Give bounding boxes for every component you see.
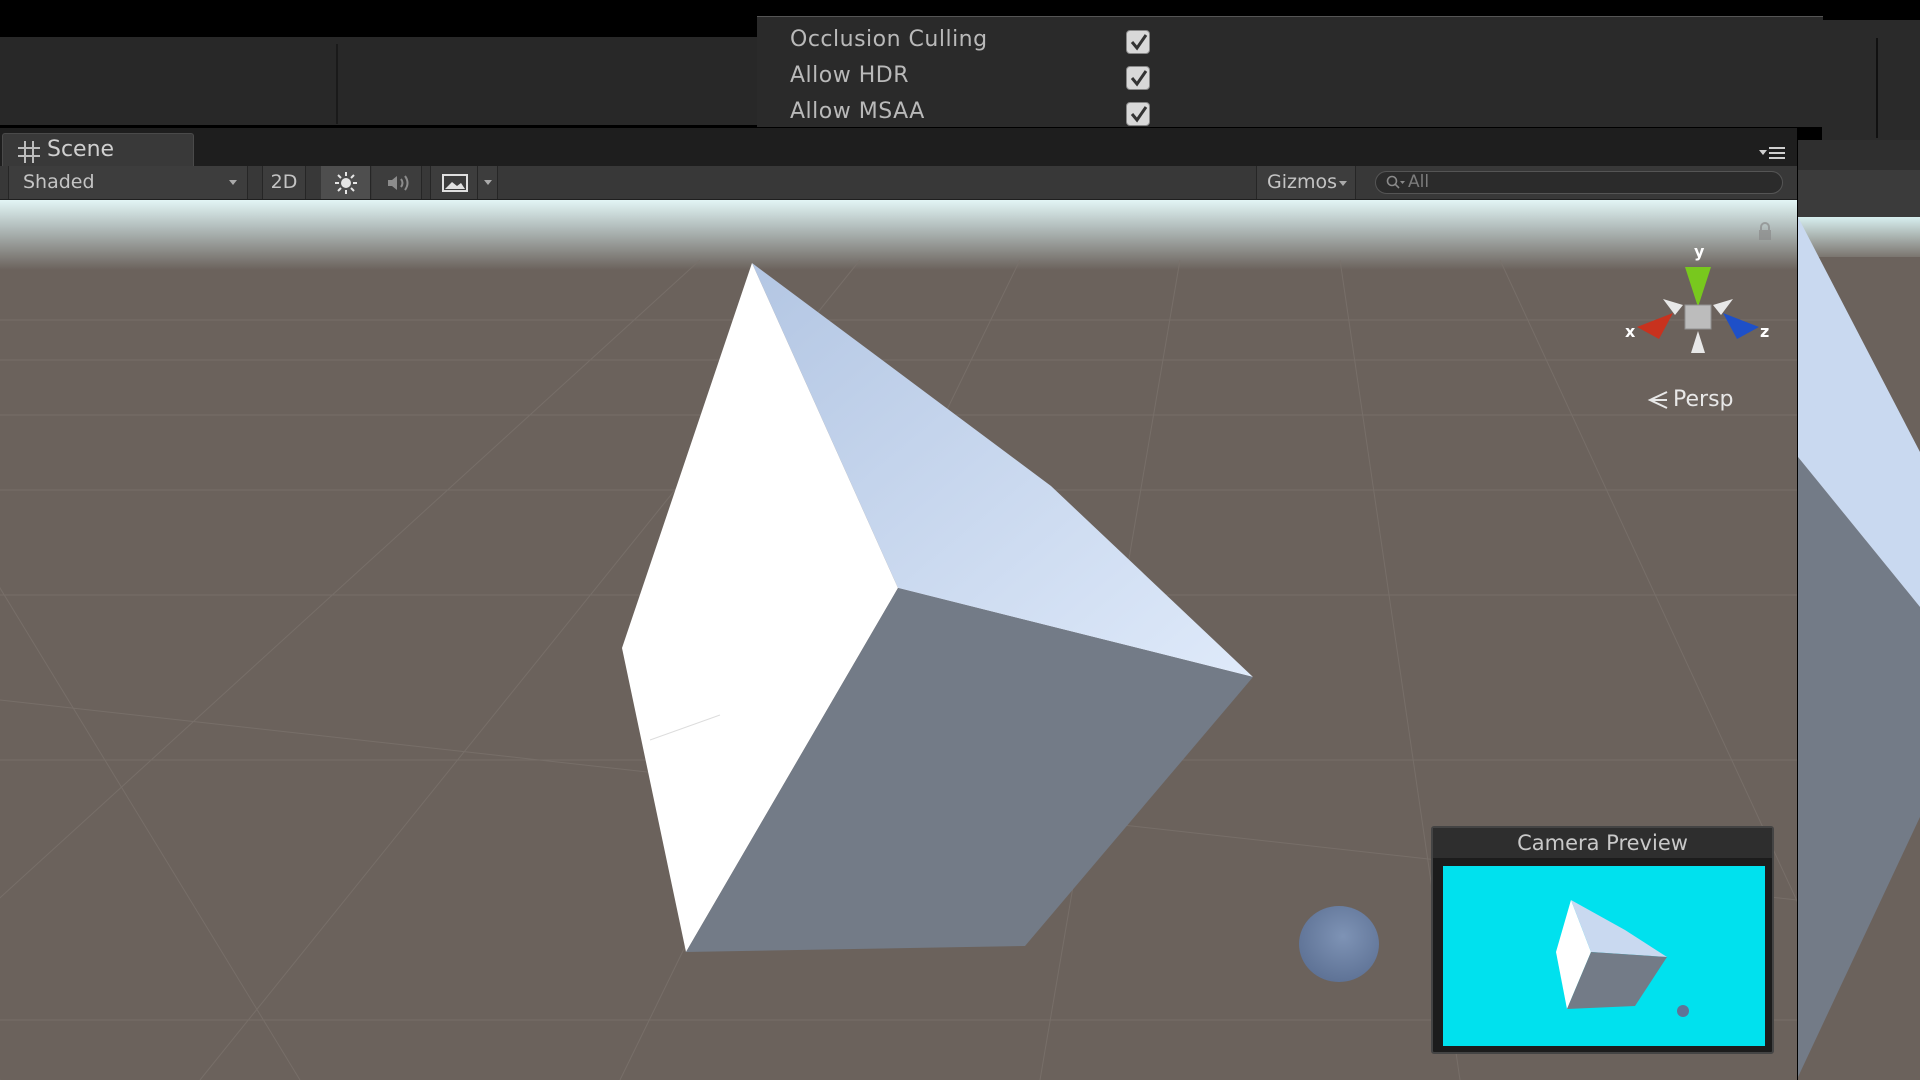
axis-z-cone[interactable] <box>1723 313 1759 339</box>
gizmos-dropdown[interactable]: Gizmos <box>1256 166 1356 199</box>
background-editor-panel-right <box>1822 20 1920 140</box>
lock-icon[interactable] <box>1757 222 1773 242</box>
axis-label-z: z <box>1760 322 1769 341</box>
setting-row-allow-msaa: Allow MSAA <box>790 99 1210 129</box>
scene-toolbar: Shaded 2D Gizmos All <box>0 166 1797 200</box>
axis-y-cone[interactable] <box>1685 267 1711 307</box>
background-cube <box>1798 217 1920 1077</box>
search-input[interactable]: All <box>1375 171 1783 194</box>
camera-preview-image <box>1443 866 1765 1046</box>
camera-preview-panel: Camera Preview <box>1431 826 1774 1054</box>
dropdown-arrow-icon <box>484 180 492 185</box>
cube <box>622 263 1253 952</box>
occlusion-culling-checkbox[interactable] <box>1126 30 1150 54</box>
allow-msaa-checkbox[interactable] <box>1126 102 1150 126</box>
sphere <box>1299 906 1379 982</box>
background-scene-tab-strip <box>1798 140 1920 170</box>
background-scene-toolbar <box>1798 170 1920 217</box>
axis-label-y: y <box>1694 242 1705 261</box>
tab-strip: Scene <box>0 128 1797 166</box>
gizmo-center-cube[interactable] <box>1684 304 1712 330</box>
projection-label: Persp <box>1673 387 1734 412</box>
shading-mode-dropdown[interactable]: Shaded <box>8 166 248 199</box>
search-placeholder: All <box>1408 172 1430 192</box>
shading-mode-value: Shaded <box>23 171 95 193</box>
sun-icon <box>335 172 357 194</box>
camera-settings-panel: Occlusion Culling Allow HDR Allow MSAA <box>757 16 1823 127</box>
search-icon <box>1386 175 1405 189</box>
background-scene-viewport <box>1798 217 1920 1080</box>
effects-toggle-button[interactable] <box>430 166 478 199</box>
checkmark-icon <box>1130 34 1148 51</box>
background-editor-panel <box>0 37 760 125</box>
grid-icon <box>18 141 40 163</box>
effects-dropdown-button[interactable] <box>478 166 498 199</box>
panel-divider <box>1876 38 1878 138</box>
audio-toggle-button[interactable] <box>372 166 422 199</box>
orientation-gizmo[interactable]: y x z <box>1625 235 1795 385</box>
setting-label: Allow MSAA <box>790 99 925 124</box>
scene-viewport[interactable]: y x z Persp Camera Preview <box>0 200 1797 1080</box>
dropdown-arrow-icon <box>229 180 237 185</box>
checkmark-icon <box>1130 106 1148 123</box>
chevron-left-icon <box>1647 391 1668 409</box>
scene-window: Scene Shaded 2D Gizmos All y x z Persp C… <box>0 128 1797 1080</box>
speaker-icon <box>388 175 409 191</box>
setting-label: Occlusion Culling <box>790 27 988 52</box>
toggle-2d-button[interactable]: 2D <box>262 166 306 199</box>
setting-row-occlusion-culling: Occlusion Culling <box>790 27 1210 57</box>
projection-toggle[interactable]: Persp <box>1647 387 1734 412</box>
panel-divider <box>336 44 338 124</box>
preview-render <box>1556 900 1689 1017</box>
axis-label-x: x <box>1625 322 1636 341</box>
dropdown-arrow-icon <box>1339 181 1347 186</box>
sky <box>0 200 1797 270</box>
setting-row-allow-hdr: Allow HDR <box>790 63 1210 93</box>
camera-preview-title: Camera Preview <box>1433 828 1772 858</box>
setting-label: Allow HDR <box>790 63 909 88</box>
axis-x-cone[interactable] <box>1637 313 1673 339</box>
lighting-toggle-button[interactable] <box>321 166 371 199</box>
checkmark-icon <box>1130 70 1148 87</box>
tab-label: Scene <box>47 137 115 162</box>
panel-menu-icon[interactable] <box>1758 146 1786 160</box>
image-icon <box>442 174 468 192</box>
tab-scene[interactable]: Scene <box>2 133 194 166</box>
allow-hdr-checkbox[interactable] <box>1126 66 1150 90</box>
gizmos-label: Gizmos <box>1267 171 1338 193</box>
